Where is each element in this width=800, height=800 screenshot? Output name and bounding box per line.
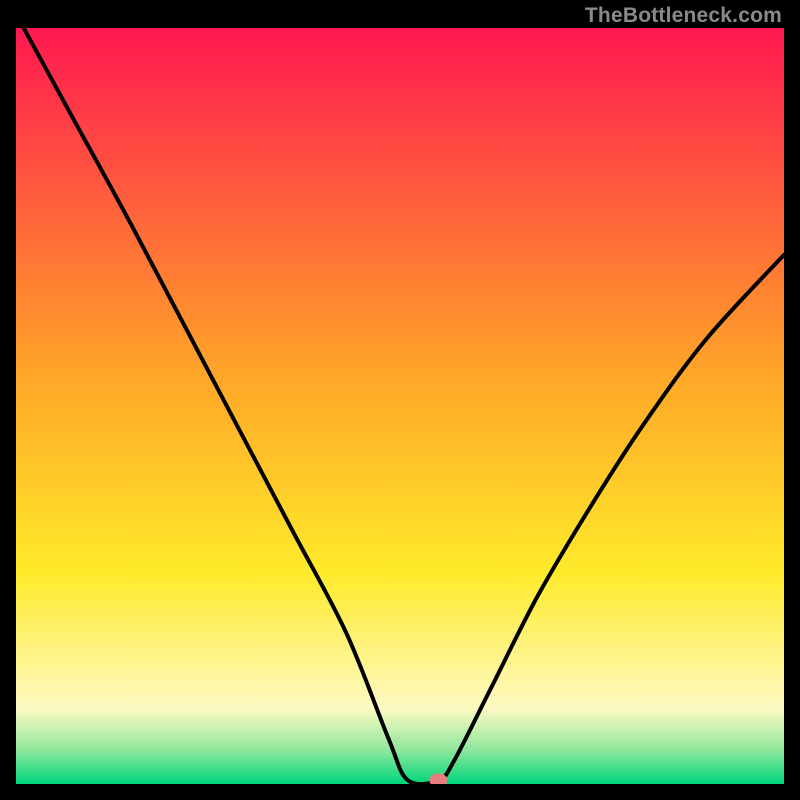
chart-frame [16,28,784,784]
gradient-background [16,28,784,784]
bottleneck-chart [16,28,784,784]
watermark-label: TheBottleneck.com [585,4,782,28]
